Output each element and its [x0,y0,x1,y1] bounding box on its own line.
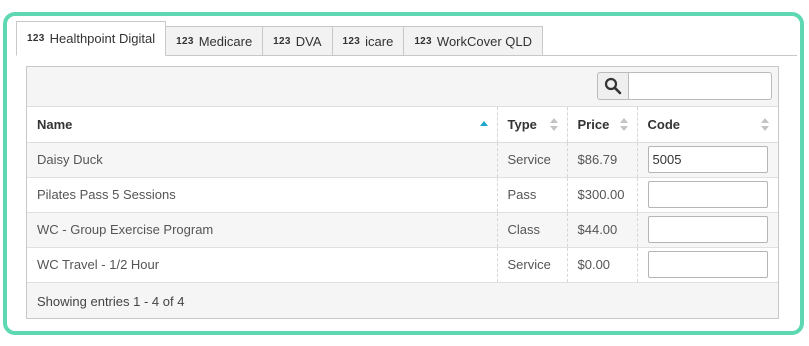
cell-type: Pass [496,177,567,213]
number-icon: 123 [414,35,432,47]
tab-container: 123 Healthpoint Digital 123 Medicare 123… [3,12,804,335]
tab-label: DVA [295,33,322,49]
tab-label: icare [365,33,394,49]
number-icon: 123 [176,35,194,47]
cell-name: Pilates Pass 5 Sessions [27,177,497,213]
table-header-row: Name Type Price Code [27,107,778,143]
tab-icare[interactable]: 123 icare [332,26,405,56]
tab-label: Medicare [198,33,253,49]
code-input[interactable] [647,146,768,173]
cell-code [636,142,778,178]
cell-name: WC - Group Exercise Program [27,212,497,248]
number-icon: 123 [273,35,291,47]
cell-price: $300.00 [566,177,637,213]
table-row: Daisy Duck Service $86.79 [27,142,778,178]
search-button[interactable] [597,72,629,100]
sort-ascending-icon[interactable] [479,117,489,133]
cell-name: WC Travel - 1/2 Hour [27,247,497,283]
tab-label: Healthpoint Digital [49,31,156,46]
cell-code [636,247,778,283]
sort-icon[interactable] [619,117,629,133]
column-header-label: Name [37,116,73,132]
table-toolbar [27,67,778,107]
cell-type: Service [496,142,567,178]
cell-price: $0.00 [566,247,637,283]
entries-info: Showing entries 1 - 4 of 4 [37,294,185,309]
items-table-panel: Name Type Price Code Daisy Duck Service … [26,66,779,319]
column-header-type[interactable]: Type [496,107,567,143]
column-header-name[interactable]: Name [27,107,497,143]
magnifier-icon [604,77,622,95]
code-input[interactable] [647,181,768,208]
tab-label: WorkCover QLD [436,33,533,49]
sort-icon[interactable] [760,117,770,133]
sort-icon[interactable] [549,117,559,133]
cell-name: Daisy Duck [27,142,497,178]
number-icon: 123 [27,33,45,44]
tab-medicare[interactable]: 123 Medicare [166,26,264,56]
table-row: Pilates Pass 5 Sessions Pass $300.00 [27,177,778,213]
table-row: WC Travel - 1/2 Hour Service $0.00 [27,247,778,283]
number-icon: 123 [342,35,361,47]
cell-price: $44.00 [566,212,637,248]
column-header-code[interactable]: Code [636,107,778,143]
search-input[interactable] [628,72,772,100]
code-input[interactable] [647,251,768,278]
table-row: WC - Group Exercise Program Class $44.00 [27,212,778,248]
cell-price: $86.79 [566,142,637,178]
cell-code [636,177,778,213]
tab-workcover-qld[interactable]: 123 WorkCover QLD [404,26,544,56]
table-footer: Showing entries 1 - 4 of 4 [27,283,778,321]
code-input[interactable] [647,216,768,243]
column-header-price[interactable]: Price [566,107,637,143]
items-table: Name Type Price Code Daisy Duck Service … [27,107,778,283]
column-header-label: Type [507,116,537,132]
cell-type: Class [496,212,567,248]
tab-dva[interactable]: 123 DVA [263,26,333,56]
column-header-label: Price [577,116,610,132]
tab-bar: 123 Healthpoint Digital 123 Medicare 123… [16,21,797,56]
tab-healthpoint-digital[interactable]: 123 Healthpoint Digital [16,21,167,56]
cell-code [636,212,778,248]
column-header-label: Code [647,116,681,132]
cell-type: Service [496,247,567,283]
